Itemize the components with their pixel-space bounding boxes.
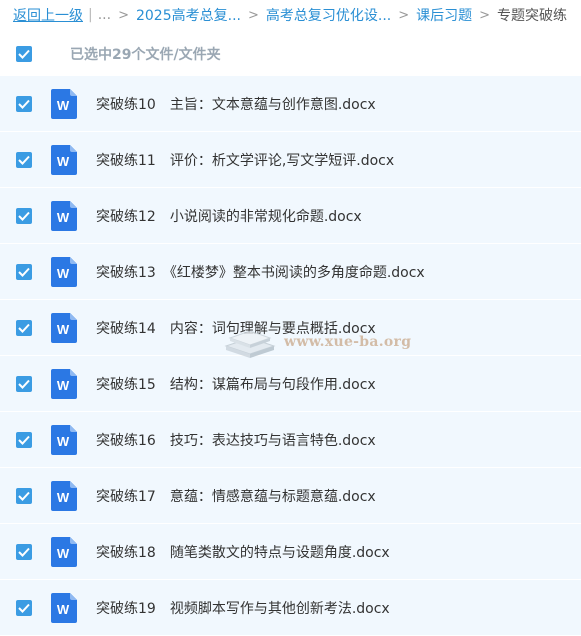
svg-text:W: W xyxy=(57,266,70,281)
svg-text:W: W xyxy=(57,378,70,393)
file-checkbox[interactable] xyxy=(16,487,32,504)
file-name: 突破练14 内容：词句理解与要点概括.docx xyxy=(96,320,376,337)
file-name: 突破练10 主旨：文本意蕴与创作意图.docx xyxy=(96,96,376,113)
file-browser-page: 返回上一级 | ... > 2025高考总复... > 高考总复习优化设... … xyxy=(0,0,581,636)
file-row[interactable]: W 突破练11 评价：析文学评论,写文学短评.docx xyxy=(0,132,581,188)
word-doc-icon: W xyxy=(51,368,77,399)
file-checkbox[interactable] xyxy=(16,431,32,448)
selection-count-label: 已选中29个文件/文件夹 xyxy=(70,47,221,63)
word-doc-icon: W xyxy=(51,536,77,567)
file-list: W 突破练10 主旨：文本意蕴与创作意图.docx W 突破练11 评价：析文学… xyxy=(0,76,581,636)
file-checkbox[interactable] xyxy=(16,207,32,224)
svg-text:W: W xyxy=(57,490,70,505)
checkmark-icon xyxy=(18,491,30,501)
breadcrumb-ellipsis[interactable]: ... xyxy=(98,7,111,23)
file-name: 突破练15 结构：谋篇布局与句段作用.docx xyxy=(96,376,376,393)
file-row[interactable]: W 突破练17 意蕴：情感意蕴与标题意蕴.docx xyxy=(0,468,581,524)
svg-text:W: W xyxy=(57,602,70,617)
file-row[interactable]: W 突破练10 主旨：文本意蕴与创作意图.docx xyxy=(0,76,581,132)
word-doc-icon: W xyxy=(51,480,77,511)
checkmark-icon xyxy=(18,99,30,109)
word-doc-icon: W xyxy=(51,144,77,175)
checkmark-icon xyxy=(18,547,30,557)
checkmark-icon xyxy=(18,49,30,59)
word-doc-icon: W xyxy=(51,256,77,287)
file-checkbox[interactable] xyxy=(16,319,32,336)
back-link[interactable]: 返回上一级 xyxy=(13,5,83,25)
checkmark-icon xyxy=(18,603,30,613)
word-doc-icon: W xyxy=(51,424,77,455)
file-checkbox[interactable] xyxy=(16,599,32,616)
file-row[interactable]: W 突破练16 技巧：表达技巧与语言特色.docx xyxy=(0,412,581,468)
file-row[interactable]: W 突破练18 随笔类散文的特点与设题角度.docx xyxy=(0,524,581,580)
svg-text:W: W xyxy=(57,98,70,113)
breadcrumb-separator: | xyxy=(88,7,93,23)
file-row[interactable]: W 突破练15 结构：谋篇布局与句段作用.docx xyxy=(0,356,581,412)
word-doc-icon: W xyxy=(51,592,77,623)
svg-text:W: W xyxy=(57,154,70,169)
checkmark-icon xyxy=(18,211,30,221)
file-name: 突破练12 小说阅读的非常规化命题.docx xyxy=(96,208,362,225)
file-row[interactable]: W 突破练12 小说阅读的非常规化命题.docx xyxy=(0,188,581,244)
breadcrumb-item-optimization[interactable]: 高考总复习优化设... xyxy=(266,5,391,25)
breadcrumb-item-exercises[interactable]: 课后习题 xyxy=(416,5,472,25)
breadcrumb-current: 专题突破练 xyxy=(497,8,568,24)
word-doc-icon: W xyxy=(51,88,77,119)
file-name: 突破练19 视频脚本写作与其他创新考法.docx xyxy=(96,600,390,617)
file-name: 突破练17 意蕴：情感意蕴与标题意蕴.docx xyxy=(96,488,376,505)
svg-text:W: W xyxy=(57,322,70,337)
breadcrumb-arrow: > xyxy=(398,7,410,23)
select-all-checkbox[interactable] xyxy=(16,46,32,62)
breadcrumb-arrow: > xyxy=(118,7,129,23)
file-row[interactable]: W 突破练13 《红楼梦》整本书阅读的多角度命题.docx xyxy=(0,244,581,300)
file-name: 突破练18 随笔类散文的特点与设题角度.docx xyxy=(96,544,390,561)
word-doc-icon: W xyxy=(51,312,77,343)
file-row[interactable]: W 突破练14 内容：词句理解与要点概括.docx xyxy=(0,300,581,356)
checkmark-icon xyxy=(18,155,30,165)
breadcrumb-arrow: > xyxy=(247,7,259,23)
file-checkbox[interactable] xyxy=(16,151,32,168)
svg-text:W: W xyxy=(57,546,70,561)
word-doc-icon: W xyxy=(51,200,77,231)
file-checkbox[interactable] xyxy=(16,263,32,280)
file-name: 突破练11 评价：析文学评论,写文学短评.docx xyxy=(96,152,395,169)
file-name: 突破练16 技巧：表达技巧与语言特色.docx xyxy=(96,432,376,449)
checkmark-icon xyxy=(18,323,30,333)
checkmark-icon xyxy=(18,267,30,277)
svg-text:W: W xyxy=(57,210,70,225)
breadcrumb-item-2025-review[interactable]: 2025高考总复... xyxy=(136,5,241,25)
svg-text:W: W xyxy=(57,434,70,449)
checkmark-icon xyxy=(18,435,30,445)
breadcrumb: 返回上一级 | ... > 2025高考总复... > 高考总复习优化设... … xyxy=(0,0,581,30)
file-checkbox[interactable] xyxy=(16,95,32,112)
breadcrumb-arrow: > xyxy=(479,7,491,23)
selection-header: 已选中29个文件/文件夹 xyxy=(0,32,581,76)
file-name: 突破练13 《红楼梦》整本书阅读的多角度命题.docx xyxy=(96,264,425,281)
file-row[interactable]: W 突破练19 视频脚本写作与其他创新考法.docx xyxy=(0,580,581,636)
checkmark-icon xyxy=(18,379,30,389)
file-checkbox[interactable] xyxy=(16,543,32,560)
file-checkbox[interactable] xyxy=(16,375,32,392)
